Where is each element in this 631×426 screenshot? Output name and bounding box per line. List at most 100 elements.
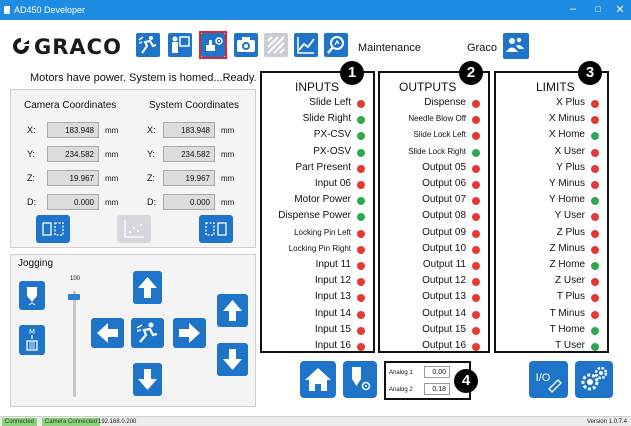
chart-icon[interactable] <box>294 33 318 57</box>
jog-z-up-button[interactable] <box>217 294 248 327</box>
status-led-red <box>357 310 365 319</box>
maximize-icon[interactable]: □ <box>588 4 608 14</box>
outputs-row: Slide Lock Right <box>380 144 488 160</box>
inputs-label: Locking Pin Right <box>288 243 351 253</box>
limits-label: Z User <box>555 275 585 287</box>
outputs-label: Output 10 <box>422 242 466 254</box>
analog-1-label: Analog 1 <box>389 370 413 376</box>
status-led-red[interactable] <box>472 164 480 173</box>
outputs-label: Output 12 <box>422 275 466 287</box>
inspection-icon[interactable] <box>324 33 348 57</box>
unit-label: mm <box>221 126 235 135</box>
status-led-red[interactable] <box>472 181 480 189</box>
teach-icon[interactable] <box>168 33 192 57</box>
limits-label: Y Home <box>549 194 585 206</box>
status-led-red[interactable] <box>472 245 480 254</box>
settings-icon[interactable] <box>575 361 613 398</box>
outputs-row: Slide Lock Left <box>380 127 488 143</box>
outputs-row: Output 11 <box>380 257 488 273</box>
inputs-label: Input 14 <box>314 307 351 319</box>
unit-label: mm <box>105 126 119 135</box>
inputs-row: Slide Left <box>262 95 373 111</box>
analog-2-label: Analog 2 <box>389 387 413 393</box>
limits-label: Z Minus <box>549 242 585 254</box>
callout-badge-3: 3 <box>578 61 602 85</box>
user-label: Graco <box>467 42 497 54</box>
outputs-label: Output 13 <box>422 291 466 303</box>
jog-speed-slider-thumb[interactable] <box>68 294 80 300</box>
status-led-red[interactable] <box>472 132 480 141</box>
outputs-panel: OUTPUTS Dispense Needle Blow Off Slide Loc… <box>378 71 490 353</box>
outputs-label: Output 05 <box>422 161 466 173</box>
jog-x-minus-button[interactable] <box>91 318 124 348</box>
status-led-red[interactable] <box>472 229 480 238</box>
status-led-red[interactable] <box>472 294 480 303</box>
status-led-red <box>357 181 365 189</box>
status-led-red[interactable] <box>472 310 480 319</box>
status-led-red[interactable] <box>472 213 480 222</box>
limits-row: X Minus <box>496 111 607 127</box>
camera-to-system-button[interactable] <box>36 215 70 243</box>
status-bar: Connected Camera Connected 192.168.0.200… <box>0 416 631 426</box>
outputs-label: Dispense <box>424 97 466 108</box>
status-led-green[interactable] <box>472 148 480 157</box>
coordinates-panel: Camera Coordinates System Coordinates X:… <box>10 89 256 248</box>
status-led-red <box>357 343 365 351</box>
limits-row: T User <box>496 338 607 354</box>
inputs-label: Input 11 <box>315 259 351 270</box>
connection-status: Connected <box>2 418 38 426</box>
system-coordinates-title: System Coordinates <box>149 100 240 111</box>
limits-title: LIMITS <box>536 80 575 94</box>
dispense-icon[interactable] <box>343 361 377 398</box>
status-led-red[interactable] <box>472 116 480 125</box>
io-config-icon[interactable]: I/O <box>529 361 568 398</box>
inputs-label: Part Present <box>295 161 351 173</box>
jog-speed-slider[interactable] <box>73 291 76 397</box>
outputs-label: Output 11 <box>422 259 466 270</box>
limits-row: T Home <box>496 322 607 338</box>
status-led-green <box>357 148 365 157</box>
inputs-row: Input 13 <box>262 289 373 305</box>
home-icon[interactable] <box>300 361 336 398</box>
system-to-camera-button[interactable] <box>199 215 233 243</box>
status-led-red <box>357 294 365 303</box>
maintenance-icon[interactable] <box>201 33 225 57</box>
jogging-icon[interactable] <box>136 33 160 57</box>
limits-label: X Plus <box>556 97 585 108</box>
status-led-red <box>591 100 599 108</box>
minimize-icon[interactable]: – <box>563 3 583 15</box>
inputs-label: Input 13 <box>314 291 351 303</box>
limits-label: T Plus <box>556 291 585 303</box>
close-icon[interactable]: ✕ <box>610 3 630 16</box>
status-led-red[interactable] <box>472 343 480 351</box>
camera-x-value: 183.948 <box>47 122 99 138</box>
status-led-red[interactable] <box>472 197 480 206</box>
status-led-red[interactable] <box>472 100 480 108</box>
status-led-red[interactable] <box>472 326 480 335</box>
jog-y-minus-button[interactable] <box>133 363 162 396</box>
limits-row: Z User <box>496 273 607 289</box>
inputs-label: Locking Pin Left <box>294 227 351 237</box>
purge-button[interactable]: M <box>19 325 45 355</box>
users-icon[interactable] <box>503 33 529 59</box>
status-led-red <box>357 229 365 238</box>
status-led-green <box>591 326 599 335</box>
inputs-row: Slide Right <box>262 111 373 127</box>
outputs-row: Output 13 <box>380 289 488 305</box>
jog-home-button[interactable] <box>131 318 164 348</box>
camera-icon[interactable] <box>234 33 258 57</box>
jog-z-down-button[interactable] <box>217 343 248 376</box>
camera-connection-status: Camera Connected <box>42 418 101 426</box>
graco-logo-text: GRACO <box>34 35 122 59</box>
system-z-value: 19.967 <box>163 170 215 186</box>
dispense-toggle-button[interactable] <box>19 281 45 310</box>
outputs-row: Output 06 <box>380 176 488 192</box>
status-led-red[interactable] <box>472 262 480 270</box>
inputs-label: Input 16 <box>314 340 351 351</box>
camera-coordinates-title: Camera Coordinates <box>24 100 117 111</box>
limits-label: X Minus <box>548 113 585 125</box>
jog-x-plus-button[interactable] <box>173 318 206 348</box>
jog-y-plus-button[interactable] <box>133 271 162 304</box>
outputs-row: Needle Blow Off <box>380 111 488 127</box>
status-led-red[interactable] <box>472 278 480 287</box>
